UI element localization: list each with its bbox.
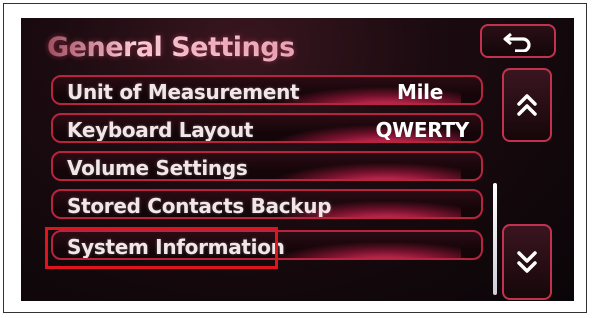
double-chevron-up-icon [517, 94, 537, 116]
scroll-down-button[interactable] [502, 224, 552, 300]
setting-row-volume-settings[interactable]: Volume Settings [51, 151, 483, 181]
scrollbar[interactable] [493, 183, 497, 295]
setting-label: Stored Contacts Backup [67, 194, 332, 218]
setting-row-keyboard-layout[interactable]: Keyboard Layout QWERTY [51, 113, 483, 143]
back-arrow-icon [503, 32, 531, 52]
screenshot-frame: General Settings Unit of Measurement Mil… [3, 3, 587, 313]
row-glow [271, 163, 461, 179]
back-button[interactable] [480, 24, 556, 58]
row-glow [271, 242, 461, 258]
setting-label: Volume Settings [67, 156, 248, 180]
page-title: General Settings [47, 28, 295, 68]
setting-label: Unit of Measurement [67, 80, 300, 104]
setting-value: QWERTY [375, 118, 469, 142]
setting-value: Mile [397, 80, 443, 104]
annotation-highlight-box [45, 227, 278, 269]
scroll-up-button[interactable] [502, 68, 552, 142]
setting-row-stored-contacts-backup[interactable]: Stored Contacts Backup [51, 189, 483, 219]
setting-row-unit-of-measurement[interactable]: Unit of Measurement Mile [51, 75, 483, 105]
setting-label: Keyboard Layout [67, 118, 254, 142]
double-chevron-down-icon [517, 251, 537, 273]
